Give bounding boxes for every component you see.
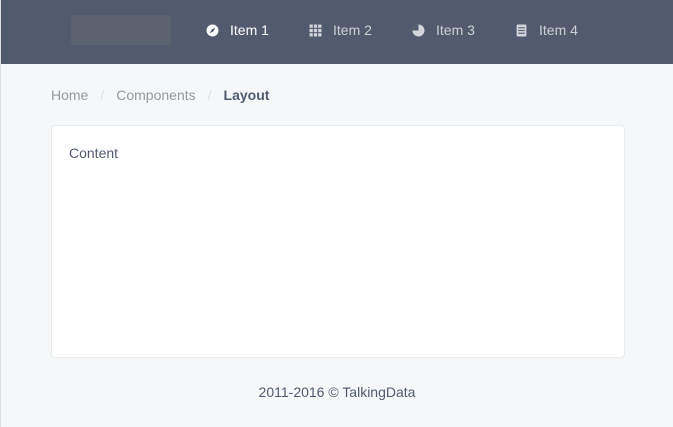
nav-item-label: Item 2 <box>333 22 372 38</box>
nav-item-label: Item 3 <box>436 22 475 38</box>
pie-chart-icon <box>412 24 425 36</box>
nav-item-4[interactable]: Item 4 <box>515 0 578 60</box>
breadcrumb-components[interactable]: Components <box>116 87 195 103</box>
nav-item-2[interactable]: Item 2 <box>309 0 372 60</box>
breadcrumb-home[interactable]: Home <box>51 87 88 103</box>
content-text: Content <box>69 145 119 161</box>
compass-icon <box>206 24 219 36</box>
top-header: Item 1 Item 2 Item 3 Item 4 <box>1 0 673 64</box>
breadcrumb-separator: / <box>100 87 105 103</box>
nav-item-1[interactable]: Item 1 <box>206 0 269 60</box>
footer-copyright: 2011-2016 © TalkingData <box>258 384 416 400</box>
breadcrumb-current: Layout <box>223 87 270 103</box>
grid-icon <box>309 24 322 36</box>
logo-placeholder[interactable] <box>71 15 171 45</box>
footer: 2011-2016 © TalkingData <box>1 384 673 400</box>
nav-item-label: Item 1 <box>230 22 269 38</box>
document-icon <box>516 24 527 36</box>
breadcrumb-separator: / <box>207 87 212 103</box>
breadcrumb: Home / Components / Layout <box>51 86 269 104</box>
nav-item-label: Item 4 <box>539 22 578 38</box>
content-card: Content <box>51 125 625 358</box>
nav-item-3[interactable]: Item 3 <box>412 0 475 60</box>
